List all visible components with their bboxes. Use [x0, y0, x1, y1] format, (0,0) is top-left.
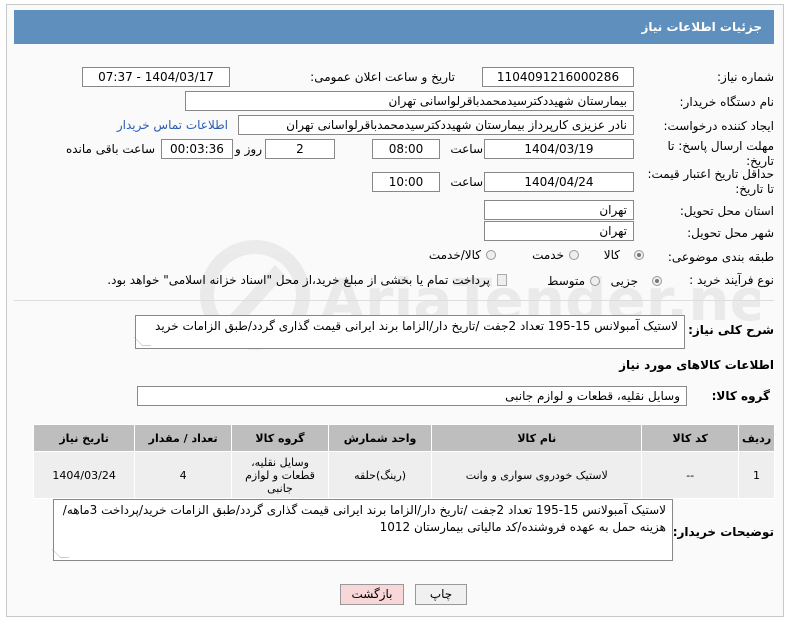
cell-row-number: 1	[738, 451, 775, 499]
cell-item-name: لاستیک خودروی سواری و وانت	[431, 451, 643, 499]
cell-group: وسایل نقلیه، قطعات و لوازم جانبی	[231, 451, 329, 499]
cell-need-date: 1404/03/24	[32, 451, 136, 499]
buyer-org-label: نام دستگاه خریدار:	[679, 95, 775, 109]
deadline-time-field[interactable]: 08:00	[372, 139, 440, 159]
table-row[interactable]: 1 -- لاستیک خودروی سواری و وانت (رینگ)حل…	[32, 451, 775, 499]
days-label: روز و	[235, 142, 262, 156]
col-unit: واحد شمارش	[327, 424, 433, 452]
cell-quantity: 4	[134, 451, 233, 499]
cell-item-code: --	[641, 451, 740, 499]
treasury-checkbox[interactable]	[497, 274, 507, 286]
category-label: طبقه بندی موضوعی:	[667, 250, 774, 264]
city-field[interactable]: تهران	[484, 221, 634, 241]
deadline-label-date: تاریخ:	[746, 154, 774, 168]
category-option-both: کالا/خدمت	[428, 248, 481, 262]
purchase-type-label: نوع فرآیند خرید :	[689, 273, 774, 287]
purchase-option-minor: جزیی	[610, 274, 638, 288]
announce-label: تاریخ و ساعت اعلان عمومی:	[310, 70, 455, 84]
province-field[interactable]: تهران	[484, 200, 634, 220]
contact-info-link[interactable]: اطلاعات تماس خریدار	[117, 118, 228, 132]
goods-info-title: اطلاعات کالاهای مورد نیاز	[619, 358, 774, 372]
description-label: شرح کلی نیاز:	[688, 323, 774, 337]
treasury-note: پرداخت تمام یا بخشی از مبلغ خرید،از محل …	[107, 273, 490, 287]
col-item-code: کد کالا	[641, 424, 740, 452]
remaining-label: ساعت باقی مانده	[65, 142, 155, 156]
purchase-radio-medium[interactable]	[590, 276, 600, 286]
city-label: شهر محل تحویل:	[687, 226, 774, 240]
goods-group-field[interactable]: وسایل نقلیه، قطعات و لوازم جانبی	[137, 386, 687, 406]
page-title: جزئیات اطلاعات نیاز	[14, 10, 774, 44]
need-number-label: شماره نیاز:	[717, 70, 774, 84]
validity-date-field[interactable]: 1404/04/24	[484, 172, 634, 192]
buyer-notes-textarea[interactable]: لاستیک آمبولانس 15-195 تعداد 2جفت /تاریخ…	[51, 499, 673, 561]
goods-group-label: گروه کالا:	[711, 389, 770, 403]
buyer-notes-label: توضیحات خریدار:	[672, 525, 774, 539]
description-text: لاستیک آمبولانس 15-195 تعداد 2جفت /تاریخ…	[155, 319, 678, 333]
print-button[interactable]: چاپ	[415, 584, 467, 605]
validity-time-field[interactable]: 10:00	[372, 172, 440, 192]
col-item-name: نام کالا	[431, 424, 643, 452]
buyer-notes-text: لاستیک آمبولانس 15-195 تعداد 2جفت /تاریخ…	[62, 503, 666, 534]
need-number-field[interactable]: 1104091216000286	[482, 67, 634, 87]
province-label: استان محل تحویل:	[679, 204, 774, 218]
deadline-time-label: ساعت	[450, 142, 483, 156]
table-header-row: ردیف کد کالا نام کالا واحد شمارش گروه کا…	[32, 424, 775, 452]
purchase-radio-minor[interactable]	[652, 276, 662, 286]
resize-grip-icon[interactable]	[133, 337, 152, 346]
category-option-goods: کالا	[603, 248, 620, 262]
announce-field[interactable]: 1404/03/17 - 07:37	[82, 67, 230, 87]
buyer-org-field[interactable]: بیمارستان شهیددکترسیدمحمدباقرلواسانی تهر…	[185, 91, 634, 111]
days-field[interactable]: 2	[265, 139, 335, 159]
category-radio-service[interactable]	[569, 250, 579, 260]
description-textarea[interactable]: لاستیک آمبولانس 15-195 تعداد 2جفت /تاریخ…	[133, 315, 685, 349]
divider	[14, 300, 774, 301]
back-button[interactable]: بازگشت	[340, 584, 404, 605]
deadline-label: مهلت ارسال پاسخ: تا	[667, 139, 774, 153]
validity-time-label: ساعت	[450, 175, 483, 189]
validity-label: حداقل تاریخ اعتبار قیمت:	[647, 167, 774, 181]
col-quantity: تعداد / مقدار	[134, 424, 233, 452]
category-option-service: خدمت	[532, 248, 564, 262]
purchase-option-medium: متوسط	[547, 274, 585, 288]
cell-unit: (رینگ)حلقه	[327, 451, 433, 499]
col-group: گروه کالا	[231, 424, 329, 452]
validity-label-date: تا تاریخ:	[735, 182, 774, 196]
category-radio-goods[interactable]	[634, 250, 644, 260]
requester-label: ایجاد کننده درخواست:	[663, 119, 774, 133]
category-radio-both[interactable]	[486, 250, 496, 260]
col-need-date: تاریخ نیاز	[32, 424, 136, 452]
items-table: ردیف کد کالا نام کالا واحد شمارش گروه کا…	[32, 424, 775, 499]
remaining-time-field[interactable]: 00:03:36	[161, 139, 233, 159]
resize-grip-icon[interactable]	[51, 549, 70, 558]
deadline-date-field[interactable]: 1404/03/19	[484, 139, 634, 159]
col-row-number: ردیف	[738, 424, 775, 452]
requester-field[interactable]: نادر عزیزی کارپرداز بیمارستان شهیددکترسی…	[238, 115, 634, 135]
